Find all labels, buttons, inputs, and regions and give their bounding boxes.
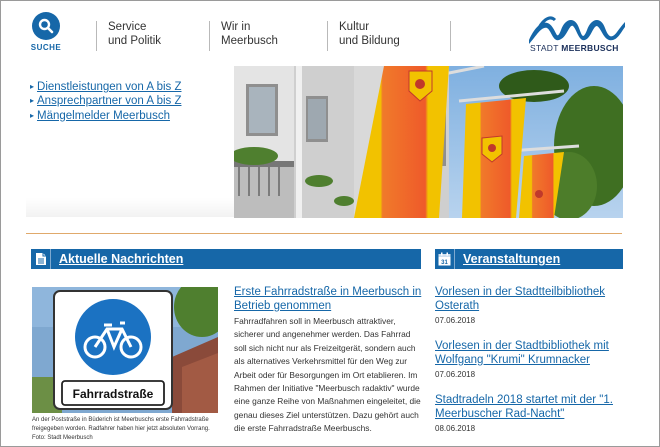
page-frame: SUCHE Service und Politik Wir in Meerbus… bbox=[0, 0, 660, 447]
news-article-title[interactable]: Erste Fahrradstraße in Meerbusch in Betr… bbox=[234, 285, 424, 313]
events-section-title[interactable]: Veranstaltungen bbox=[455, 252, 560, 266]
news-article-teaser: Fahrradfahren soll in Meerbusch attrakti… bbox=[234, 316, 421, 434]
event-item: Vorlesen in der Stadtteilbibliothek Oste… bbox=[435, 285, 625, 325]
nav-kultur-bildung[interactable]: Kultur und Bildung bbox=[327, 21, 400, 51]
event-title[interactable]: Stadtradeln 2018 startet mit der "1. Mee… bbox=[435, 393, 625, 421]
arrow-right-icon: ▸ bbox=[30, 110, 35, 120]
event-item: Vorlesen in der Stadtbibliothek mit Wolf… bbox=[435, 339, 625, 379]
hero-image-flags bbox=[234, 66, 623, 218]
quicklinks-list: ▸ Dienstleistungen von A bis Z ▸ Ansprechp… bbox=[30, 81, 230, 124]
news-image-fahrradstrasse[interactable]: Fahrradstraße bbox=[32, 287, 218, 413]
calendar-day: 31 bbox=[441, 260, 448, 266]
nav-label-line2: und Bildung bbox=[339, 34, 400, 47]
quicklink-ansprechpartner[interactable]: ▸ Ansprechpartner von A bis Z bbox=[30, 95, 230, 107]
events-section-header: 31 Veranstaltungen bbox=[435, 249, 623, 269]
nav-label-line2: und Politik bbox=[108, 34, 162, 47]
document-icon bbox=[31, 249, 51, 269]
quicklink-label: Dienstleistungen von A bis Z bbox=[37, 81, 182, 93]
event-date: 07.06.2018 bbox=[435, 316, 476, 325]
search-icon bbox=[32, 12, 60, 40]
events-list: Vorlesen in der Stadtteilbibliothek Oste… bbox=[435, 285, 625, 446]
search-button[interactable]: SUCHE bbox=[27, 12, 65, 52]
quicklink-maengelmelder[interactable]: ▸ Mängelmelder Meerbusch bbox=[30, 110, 230, 122]
nav-label-line1: Kultur bbox=[339, 21, 370, 33]
calendar-icon: 31 bbox=[435, 249, 455, 269]
news-image-caption: An der Poststraße in Büderich ist Meerbu… bbox=[32, 417, 210, 441]
logo-prefix: STADT bbox=[530, 43, 559, 53]
news-section-header: Aktuelle Nachrichten bbox=[31, 249, 421, 269]
nav-label-line1: Wir in bbox=[221, 21, 251, 33]
nav-label-line2: Meerbusch bbox=[221, 34, 278, 47]
nav-service-politik[interactable]: Service und Politik bbox=[96, 21, 161, 51]
logo-name: MEERBUSCH bbox=[561, 43, 619, 53]
nav-divider bbox=[450, 21, 451, 51]
logo-wordmark: STADT MEERBUSCH bbox=[530, 43, 619, 53]
section-divider bbox=[26, 233, 622, 234]
search-label: SUCHE bbox=[30, 43, 62, 52]
news-section-title[interactable]: Aktuelle Nachrichten bbox=[51, 252, 183, 266]
site-header: SUCHE Service und Politik Wir in Meerbus… bbox=[2, 2, 658, 66]
event-date: 08.06.2018 bbox=[435, 424, 476, 433]
arrow-right-icon: ▸ bbox=[30, 82, 35, 91]
nav-wir-in-meerbusch[interactable]: Wir in Meerbusch bbox=[209, 21, 278, 51]
quicklink-label: Ansprechpartner von A bis Z bbox=[37, 95, 182, 108]
quicklinks-shadow bbox=[26, 197, 236, 217]
sign-text: Fahrradstraße bbox=[73, 387, 154, 401]
event-date: 07.06.2018 bbox=[435, 370, 476, 379]
quicklink-label: Mängelmelder Meerbusch bbox=[37, 109, 170, 122]
event-title[interactable]: Vorlesen in der Stadtbibliothek mit Wolf… bbox=[435, 339, 625, 367]
nav-label-line1: Service bbox=[108, 21, 147, 33]
quicklink-dienstleistungen[interactable]: ▸ Dienstleistungen von A bis Z bbox=[30, 81, 230, 93]
arrow-right-icon: ▸ bbox=[30, 96, 35, 106]
event-title[interactable]: Vorlesen in der Stadtteilbibliothek Oste… bbox=[435, 285, 625, 313]
event-item: Stadtradeln 2018 startet mit der "1. Mee… bbox=[435, 393, 625, 433]
